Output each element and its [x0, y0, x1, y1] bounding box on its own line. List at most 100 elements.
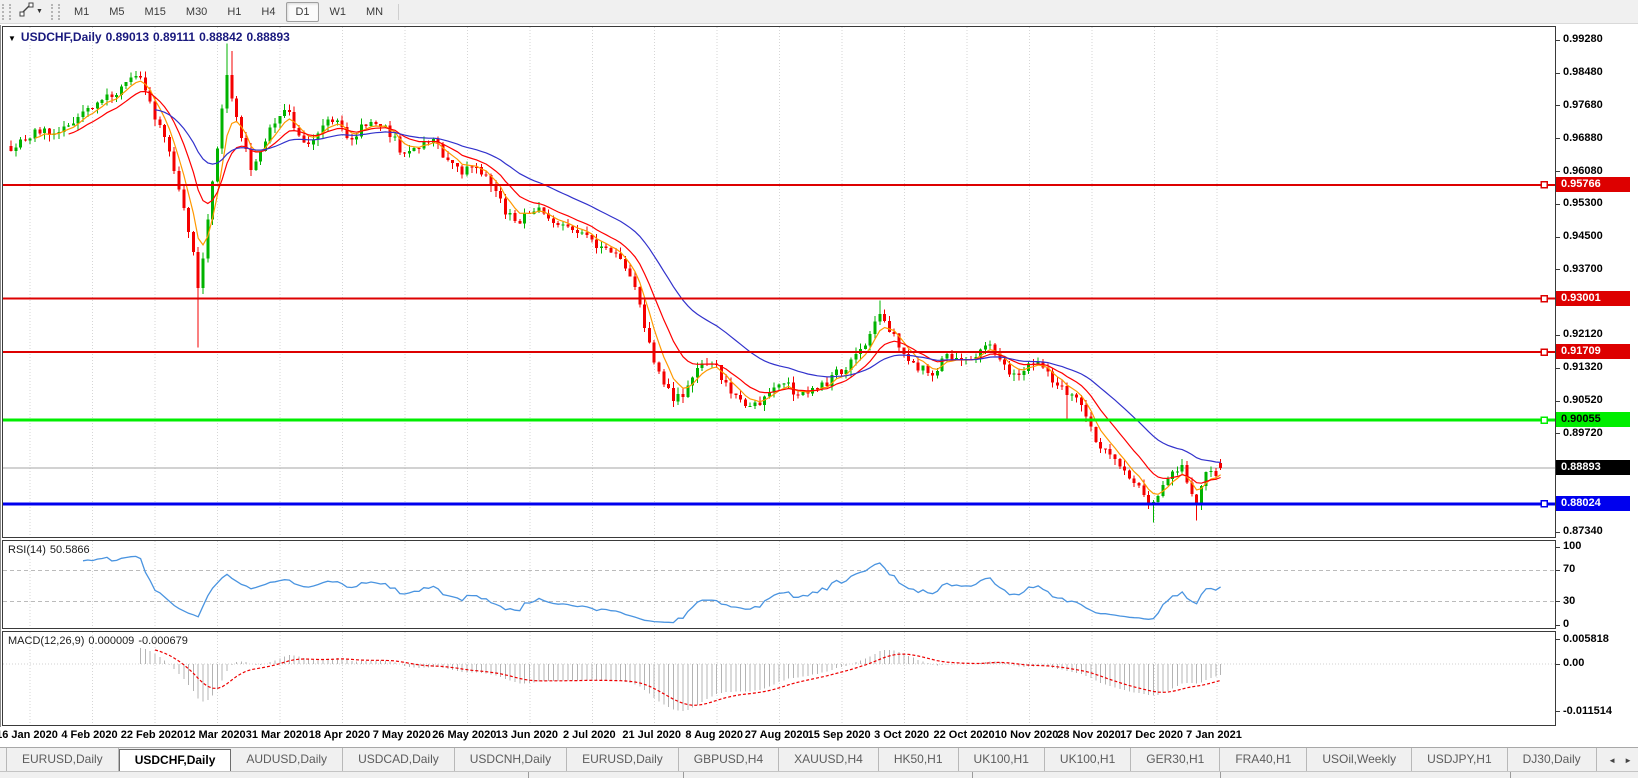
tab-hk50-h1[interactable]: HK50,H1 — [879, 748, 959, 772]
ohlc-close: 0.88893 — [246, 30, 289, 44]
price-tick-label: 0.96080 — [1563, 165, 1603, 177]
macd-signal-value: -0.000679 — [138, 635, 188, 647]
date-tick-label: 28 Nov 2020 — [1057, 729, 1121, 741]
main-chart-pane[interactable]: ▼USDCHF,Daily0.890130.891110.888420.8889… — [2, 26, 1556, 538]
rsi-label: RSI(14)50.5866 — [8, 544, 94, 556]
tab-eurusd-daily[interactable]: EURUSD,Daily — [567, 748, 679, 772]
tab-ger30-h1[interactable]: GER30,H1 — [1131, 748, 1220, 772]
date-tick-label: 12 Mar 2020 — [183, 729, 245, 741]
price-line-label: 0.90055 — [1556, 412, 1630, 427]
rsi-tick-label: 70 — [1563, 563, 1575, 575]
price-tick — [1556, 138, 1560, 139]
tab-fra40-h1[interactable]: FRA40,H1 — [1220, 748, 1307, 772]
rsi-pane[interactable]: RSI(14)50.5866 — [2, 540, 1556, 629]
tab-eurusd-daily[interactable]: EURUSD,Daily — [6, 748, 119, 772]
panel-separator — [528, 772, 529, 778]
timeframe-buttons: M1M5M15M30H1H4D1W1MN — [64, 2, 393, 22]
ohlc-high: 0.89111 — [153, 30, 195, 44]
tab-audusd-daily[interactable]: AUDUSD,Daily — [231, 748, 343, 772]
price-line-label: 0.88024 — [1556, 496, 1630, 511]
date-tick-label: 7 Jan 2021 — [1186, 729, 1242, 741]
symbol-tab-bar: EURUSD,DailyUSDCHF,DailyAUDUSD,DailyUSDC… — [0, 747, 1638, 772]
chart-tool-button[interactable]: ▼ — [15, 1, 47, 23]
tab-dj30-daily[interactable]: DJ30,Daily — [1508, 748, 1597, 772]
macd-tick-label: 0.005818 — [1563, 633, 1609, 645]
date-tick-label: 22 Oct 2020 — [934, 729, 995, 741]
panel-separator — [1220, 772, 1221, 778]
price-tick-label: 0.94500 — [1563, 230, 1603, 242]
rsi-tick — [1556, 570, 1560, 571]
date-tick-label: 31 Mar 2020 — [246, 729, 308, 741]
price-tick — [1556, 368, 1560, 369]
chevron-down-icon: ▼ — [36, 8, 43, 15]
rsi-plot[interactable] — [3, 541, 1555, 628]
tab-scroll-left-icon[interactable]: ◄ — [1606, 754, 1618, 767]
price-tick-label: 0.99280 — [1563, 33, 1603, 45]
tab-xauusd-h4[interactable]: XAUUSD,H4 — [779, 748, 879, 772]
macd-pane[interactable]: MACD(12,26,9)0.000009-0.000679 — [2, 631, 1556, 726]
rsi-name: RSI(14) — [8, 544, 46, 556]
candlestick-chart[interactable] — [3, 27, 1555, 537]
collapse-icon[interactable]: ▼ — [8, 34, 16, 43]
macd-plot[interactable] — [3, 632, 1555, 725]
price-tick-label: 0.89720 — [1563, 427, 1603, 439]
timeframe-button-d1[interactable]: D1 — [286, 2, 318, 22]
date-tick-label: 18 Apr 2020 — [309, 729, 370, 741]
price-tick — [1556, 40, 1560, 41]
ohlc-open: 0.89013 — [106, 30, 149, 44]
price-tick-label: 0.97680 — [1563, 99, 1603, 111]
date-tick-label: 26 May 2020 — [432, 729, 496, 741]
timeframe-button-w1[interactable]: W1 — [321, 2, 356, 22]
date-tick-label: 8 Aug 2020 — [685, 729, 743, 741]
macd-value: 0.000009 — [88, 635, 134, 647]
tab-scroll-right-icon[interactable]: ► — [1622, 754, 1634, 767]
timeframe-button-m15[interactable]: M15 — [136, 2, 175, 22]
chart-title: ▼USDCHF,Daily0.890130.891110.888420.8889… — [8, 30, 294, 44]
toolbar-separator — [398, 4, 399, 20]
timeframe-button-m5[interactable]: M5 — [100, 2, 133, 22]
timeframe-button-mn[interactable]: MN — [357, 2, 392, 22]
date-axis[interactable]: 16 Jan 20204 Feb 202022 Feb 202012 Mar 2… — [0, 726, 1556, 747]
window-edge — [0, 25, 1, 727]
price-tick — [1556, 335, 1560, 336]
price-tick — [1556, 237, 1560, 238]
panel-separator — [683, 772, 684, 778]
price-tick — [1556, 401, 1560, 402]
tab-usdchf-daily[interactable]: USDCHF,Daily — [119, 749, 232, 772]
price-tick-label: 0.91320 — [1563, 361, 1603, 373]
tab-usoil-weekly[interactable]: USOil,Weekly — [1307, 748, 1412, 772]
tab-usdcnh-daily[interactable]: USDCNH,Daily — [455, 748, 567, 772]
price-line-label: 0.93001 — [1556, 291, 1630, 306]
timeframe-button-h1[interactable]: H1 — [218, 2, 250, 22]
tab-scroll-arrows: ◄ ► — [1602, 748, 1638, 772]
date-tick-label: 10 Nov 2020 — [995, 729, 1059, 741]
price-tick-label: 0.87340 — [1563, 525, 1603, 537]
timeframe-button-m1[interactable]: M1 — [65, 2, 98, 22]
tab-usdcad-daily[interactable]: USDCAD,Daily — [343, 748, 455, 772]
tab-uk100-h1[interactable]: UK100,H1 — [1045, 748, 1131, 772]
tab-usdjpy-h1[interactable]: USDJPY,H1 — [1412, 748, 1507, 772]
price-tick-label: 0.98480 — [1563, 66, 1603, 78]
timeframe-button-m30[interactable]: M30 — [177, 2, 216, 22]
rsi-tick-label: 30 — [1563, 595, 1575, 607]
timeframe-button-h4[interactable]: H4 — [252, 2, 284, 22]
price-tick — [1556, 433, 1560, 434]
date-tick-label: 7 May 2020 — [373, 729, 431, 741]
price-tick-label: 0.90520 — [1563, 394, 1603, 406]
price-tick — [1556, 269, 1560, 270]
toolbar-grip-2[interactable] — [51, 4, 60, 20]
price-tick — [1556, 105, 1560, 106]
tab-gbpusd-h4[interactable]: GBPUSD,H4 — [679, 748, 779, 772]
toolbar-grip[interactable] — [2, 4, 11, 20]
macd-tick-label: 0.00 — [1563, 657, 1584, 669]
date-tick-label: 17 Dec 2020 — [1120, 729, 1183, 741]
price-axis[interactable]: 0.992800.984800.976800.968800.960800.953… — [1556, 26, 1638, 727]
price-tick — [1556, 532, 1560, 533]
ohlc-low: 0.88842 — [199, 30, 242, 44]
price-line-label: 0.91709 — [1556, 344, 1630, 359]
price-line-label: 0.95766 — [1556, 177, 1630, 192]
tab-uk100-h1[interactable]: UK100,H1 — [959, 748, 1045, 772]
date-tick-label: 27 Aug 2020 — [745, 729, 809, 741]
macd-tick — [1556, 664, 1560, 665]
date-tick-label: 15 Sep 2020 — [808, 729, 871, 741]
